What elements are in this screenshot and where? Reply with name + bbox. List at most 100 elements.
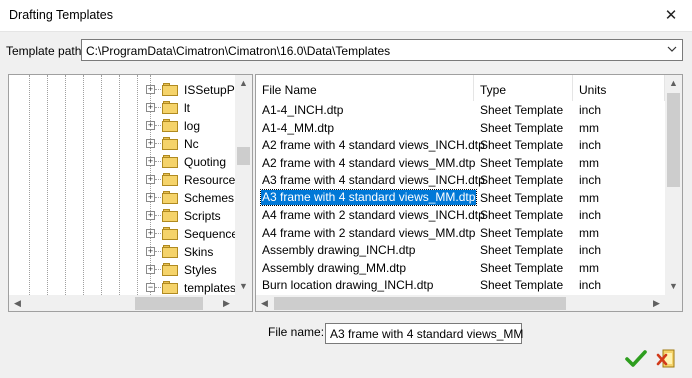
tree-item-label: Nc [184, 137, 199, 151]
file-row[interactable]: A4 frame with 2 standard views_MM.dtp She… [256, 224, 666, 241]
file-row[interactable]: A2 frame with 4 standard views_MM.dtp She… [256, 154, 666, 171]
file-name-cell: A1-4_MM.dtp [262, 120, 335, 135]
tree-guide-line [137, 75, 138, 295]
file-type-cell: Sheet Template [480, 155, 564, 170]
tree-item-label: Resource [184, 173, 236, 187]
window-title: Drafting Templates [9, 8, 113, 22]
tree-connector [155, 161, 161, 162]
file-units-cell: mm [579, 190, 599, 205]
file-row[interactable]: Burn location drawing_INCH.dtp Sheet Temp… [256, 276, 666, 293]
list-vertical-scrollbar[interactable]: ▲ ▼ [665, 75, 682, 295]
file-type-cell: Sheet Template [480, 173, 564, 187]
file-name-label: File name: [268, 325, 325, 339]
file-row[interactable]: Assembly drawing_INCH.dtp Sheet Template i… [256, 241, 666, 258]
tree-item-label: Skins [184, 245, 214, 259]
file-name-cell: A2 frame with 4 standard views_MM.dtp [262, 155, 476, 170]
folder-icon [162, 119, 178, 132]
file-name-cell: A3 frame with 4 standard views_MM.dtp [259, 188, 478, 206]
file-row-selected[interactable]: A3 frame with 4 standard views_MM.dtp She… [256, 188, 666, 206]
expand-toggle-icon[interactable]: + [146, 121, 155, 130]
folder-icon [162, 191, 178, 204]
file-row[interactable]: A3 frame with 4 standard views_INCH.dtp S… [256, 171, 666, 188]
expand-toggle-icon[interactable]: + [146, 229, 155, 238]
tree-item-resource[interactable]: + Resource [146, 171, 240, 189]
scroll-right-icon[interactable]: ▶ [218, 295, 235, 311]
close-icon[interactable]: ✕ [660, 6, 682, 26]
tree-item-log[interactable]: + log [146, 117, 240, 135]
scroll-right-icon[interactable]: ▶ [648, 295, 665, 311]
file-name-value: A3 frame with 4 standard views_MM [330, 327, 524, 341]
list-vscroll-thumb[interactable] [667, 93, 680, 187]
file-list[interactable]: File Name Type Units A1-4_INCH.dtp Sheet … [255, 74, 683, 312]
file-row[interactable]: A1-4_INCH.dtp Sheet Template inch [256, 101, 666, 118]
file-type-cell: Sheet Template [480, 260, 564, 275]
tree-connector [155, 179, 161, 180]
folder-icon [162, 245, 178, 258]
template-path-combobox[interactable]: C:\ProgramData\Cimatron\Cimatron\16.0\Da… [81, 39, 683, 61]
column-header-units[interactable]: Units [573, 75, 665, 101]
scroll-left-icon[interactable]: ◀ [256, 295, 273, 311]
tree-item-schemes[interactable]: + Schemes [146, 189, 240, 207]
expand-toggle-icon[interactable]: + [146, 265, 155, 274]
tree-item-nc[interactable]: + Nc [146, 135, 240, 153]
tree-connector [155, 251, 161, 252]
expand-toggle-icon[interactable]: + [146, 175, 155, 184]
expand-toggle-icon[interactable]: + [146, 157, 155, 166]
file-type-cell: Sheet Template [480, 243, 564, 257]
tree-item-label: Schemes [184, 191, 235, 205]
scroll-down-icon[interactable]: ▼ [235, 278, 252, 295]
ok-button[interactable] [624, 347, 648, 371]
file-name-cell: A2 frame with 4 standard views_INCH.dtp [262, 138, 485, 152]
tree-item-skins[interactable]: + Skins [146, 243, 240, 261]
expand-toggle-icon[interactable]: + [146, 85, 155, 94]
scroll-up-icon[interactable]: ▲ [665, 75, 682, 92]
expand-toggle-icon[interactable]: − [146, 283, 155, 292]
file-row[interactable]: A1-4_MM.dtp Sheet Template mm [256, 119, 666, 136]
tree-hscroll-thumb[interactable] [135, 297, 203, 310]
file-name-field[interactable]: A3 frame with 4 standard views_MM [325, 323, 524, 344]
tree-item-quoting[interactable]: + Quoting [146, 153, 240, 171]
tree-item-issetuppr[interactable]: + ISSetupPr [146, 81, 240, 99]
tree-connector [155, 107, 161, 108]
expand-toggle-icon[interactable]: + [146, 211, 155, 220]
tree-item-label: log [184, 119, 201, 133]
cancel-button[interactable] [654, 347, 678, 371]
scroll-down-icon[interactable]: ▼ [665, 278, 682, 295]
tree-horizontal-scrollbar[interactable]: ◀ ▶ [9, 295, 235, 311]
file-row[interactable]: A2 frame with 4 standard views_INCH.dtp S… [256, 136, 666, 153]
scroll-left-icon[interactable]: ◀ [9, 295, 26, 311]
tree-item-label: templates [184, 281, 237, 295]
file-type-cell: Sheet Template [480, 120, 564, 135]
tree-item-styles[interactable]: + Styles [146, 261, 240, 279]
scrollbar-corner [235, 295, 252, 311]
file-name-cell: Assembly drawing_MM.dtp [262, 260, 407, 275]
folder-icon [162, 227, 178, 240]
tree-vertical-scrollbar[interactable]: ▲ ▼ [235, 75, 252, 295]
list-hscroll-thumb[interactable] [274, 297, 566, 310]
list-horizontal-scrollbar[interactable]: ◀ ▶ [256, 295, 665, 311]
file-type-cell: Sheet Template [480, 225, 564, 240]
tree-guide-line [83, 75, 84, 295]
expand-toggle-icon[interactable]: + [146, 247, 155, 256]
file-units-cell: mm [579, 225, 599, 240]
file-type-cell: Sheet Template [480, 103, 564, 117]
scroll-up-icon[interactable]: ▲ [235, 75, 252, 92]
file-units-cell: mm [579, 120, 599, 135]
file-row[interactable]: Assembly drawing_MM.dtp Sheet Template mm [256, 259, 666, 276]
file-name-cell: A3 frame with 4 standard views_INCH.dtp [262, 173, 485, 187]
tree-item-lt[interactable]: + lt [146, 99, 240, 117]
file-units-cell: inch [579, 278, 602, 292]
expand-toggle-icon[interactable]: + [146, 103, 155, 112]
chevron-down-icon[interactable] [664, 41, 680, 59]
tree-item-scripts[interactable]: + Scripts [146, 207, 240, 225]
expand-toggle-icon[interactable]: + [146, 193, 155, 202]
folder-tree[interactable]: + ISSetupPr + lt + log + Nc + Quoting + Resource + Sc… [8, 74, 253, 312]
column-header-type[interactable]: Type [474, 75, 573, 101]
file-units-cell: inch [579, 138, 602, 152]
expand-toggle-icon[interactable]: + [146, 139, 155, 148]
tree-item-sequence[interactable]: + Sequence [146, 225, 240, 243]
tree-vscroll-thumb[interactable] [237, 147, 250, 165]
file-row[interactable]: A4 frame with 2 standard views_INCH.dtp S… [256, 206, 666, 223]
column-header-file-name[interactable]: File Name [256, 75, 474, 101]
file-type-cell: Sheet Template [480, 208, 564, 222]
